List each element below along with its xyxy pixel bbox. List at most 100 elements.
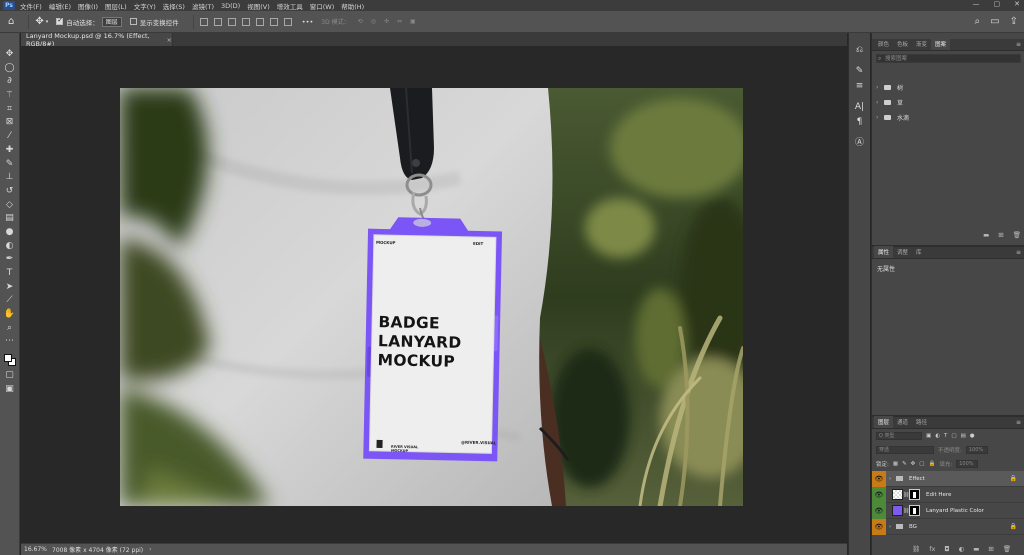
tab-properties[interactable]: 属性 xyxy=(874,246,894,258)
layer-row-lanyard-color[interactable]: 👁 ⛓ Lanyard Plastic Color xyxy=(872,502,1024,519)
crop-tool-icon[interactable]: ⌗ xyxy=(3,103,17,117)
filter-type-icon[interactable]: T xyxy=(944,433,947,439)
new-group-icon[interactable]: ▬ xyxy=(973,545,979,553)
foreground-color[interactable] xyxy=(3,354,12,363)
lock-artboard-icon[interactable]: ▢ xyxy=(919,461,924,467)
maximize-button[interactable]: ▢ xyxy=(994,0,1001,8)
tab-gradients[interactable]: 渐变 xyxy=(912,40,931,50)
screen-mode-icon[interactable]: ▣ xyxy=(3,383,17,397)
panel-menu-icon[interactable]: ≡ xyxy=(1016,41,1021,48)
zoom-level[interactable]: 16.67% xyxy=(24,546,47,553)
filter-pixel-icon[interactable]: ▣ xyxy=(926,433,931,439)
chevron-right-icon[interactable]: › xyxy=(889,524,896,530)
blend-mode-dropdown[interactable]: 穿透 xyxy=(876,446,934,454)
align-left-icon[interactable] xyxy=(241,17,250,26)
lock-paint-icon[interactable]: ✎ xyxy=(902,461,907,467)
new-pattern-icon[interactable]: ⊞ xyxy=(998,231,1003,239)
delete-icon[interactable]: 🗑 xyxy=(1013,231,1021,239)
dodge-tool-icon[interactable]: ◐ xyxy=(3,240,17,254)
add-mask-icon[interactable]: ◘ xyxy=(944,545,949,553)
quick-mask-icon[interactable]: ▢ xyxy=(3,369,17,383)
gradient-tool-icon[interactable]: ▤ xyxy=(3,212,17,226)
align-top-icon[interactable] xyxy=(199,17,208,26)
document-tab[interactable]: Lanyard Mockup.psd @ 16.7% (Effect, RGB/… xyxy=(21,32,173,48)
move-tool-icon[interactable]: ✥ xyxy=(3,48,17,62)
tab-paths[interactable]: 路径 xyxy=(912,418,931,428)
tab-channels[interactable]: 通道 xyxy=(893,418,912,428)
visibility-eye-icon[interactable]: 👁 xyxy=(872,470,886,487)
brush-settings-icon[interactable]: ✎ xyxy=(856,64,864,79)
opacity-input[interactable]: 100% xyxy=(965,446,988,454)
visibility-eye-icon[interactable]: 👁 xyxy=(872,486,886,503)
tab-libraries[interactable]: 库 xyxy=(912,248,926,258)
more-options-button[interactable]: ••• xyxy=(302,18,314,26)
tab-layers[interactable]: 图层 xyxy=(874,416,894,428)
zoom-tool-icon[interactable]: ⌕ xyxy=(3,322,17,336)
eraser-tool-icon[interactable]: ◇ xyxy=(3,199,17,213)
menu-view[interactable]: 视图(V) xyxy=(247,1,270,11)
pan-3d-icon[interactable]: ✣ xyxy=(384,18,389,25)
more-tools-icon[interactable]: ⋯ xyxy=(3,335,17,349)
fx-icon[interactable]: fx xyxy=(929,545,935,553)
menu-select[interactable]: 选择(S) xyxy=(163,1,185,11)
close-window-button[interactable]: ✕ xyxy=(1014,0,1020,8)
filter-shape-icon[interactable]: ▢ xyxy=(951,433,956,439)
menu-plugins[interactable]: 增效工具 xyxy=(277,1,303,11)
new-layer-icon[interactable]: ⊞ xyxy=(988,545,993,553)
minimize-button[interactable]: — xyxy=(973,0,980,8)
menu-layer[interactable]: 图层(L) xyxy=(105,1,127,11)
brush-tool-icon[interactable]: ✎ xyxy=(3,158,17,172)
move-tool-preset[interactable]: ✥ ▾ xyxy=(35,16,48,27)
roll-3d-icon[interactable]: ◎ xyxy=(371,18,376,25)
auto-select-option[interactable]: 自动选择： 图层 xyxy=(56,16,122,27)
lock-all-icon[interactable]: 🔒 xyxy=(928,461,935,467)
line-tool-icon[interactable]: ⟋ xyxy=(3,294,17,308)
pattern-group[interactable]: › 水滴 xyxy=(872,110,1024,125)
stamp-tool-icon[interactable]: ⊥ xyxy=(3,171,17,185)
filter-adjust-icon[interactable]: ◐ xyxy=(935,433,940,439)
tab-patterns[interactable]: 图案 xyxy=(931,38,951,50)
menu-help[interactable]: 帮助(H) xyxy=(341,1,364,11)
menu-window[interactable]: 窗口(W) xyxy=(310,1,335,11)
visibility-eye-icon[interactable]: 👁 xyxy=(872,502,886,519)
lock-move-icon[interactable]: ✥ xyxy=(911,461,916,467)
layer-filter-dropdown[interactable]: Q 类型 xyxy=(876,432,922,440)
menu-image[interactable]: 图像(I) xyxy=(78,1,98,11)
visibility-eye-icon[interactable]: 👁 xyxy=(872,518,886,535)
orbit-3d-icon[interactable]: ⟲ xyxy=(358,18,363,25)
delete-layer-icon[interactable]: 🗑 xyxy=(1003,545,1011,553)
align-bottom-icon[interactable] xyxy=(227,17,236,26)
workspace-icon[interactable]: ▭ xyxy=(990,16,999,27)
properties-panel-icon[interactable]: ≡ xyxy=(856,79,864,94)
auto-select-target-dropdown[interactable]: 图层 xyxy=(101,16,122,27)
history-panel-icon[interactable]: ⎌ xyxy=(856,43,863,58)
layer-row-bg[interactable]: 👁 › BG 🔒 xyxy=(872,518,1024,535)
pattern-search-input[interactable]: 搜索图案 xyxy=(876,54,1021,63)
color-swatches[interactable] xyxy=(3,353,17,369)
filter-toggle-icon[interactable]: ● xyxy=(970,433,975,439)
menu-3d[interactable]: 3D(D) xyxy=(221,2,240,10)
healing-tool-icon[interactable]: ✚ xyxy=(3,144,17,158)
share-icon[interactable]: ⇪ xyxy=(1010,16,1018,27)
tab-swatches[interactable]: 色板 xyxy=(893,40,912,50)
marquee-tool-icon[interactable]: ◯ xyxy=(3,62,17,76)
hand-tool-icon[interactable]: ✋ xyxy=(3,308,17,322)
layer-row-edit-here[interactable]: 👁 ⛓ Edit Here xyxy=(872,486,1024,503)
pen-tool-icon[interactable]: ✒ xyxy=(3,253,17,267)
menu-filter[interactable]: 滤镜(T) xyxy=(192,1,214,11)
menu-type[interactable]: 文字(Y) xyxy=(134,1,156,11)
layer-row-effect[interactable]: 👁 › Effect 🔒 xyxy=(872,470,1024,487)
lock-transparent-icon[interactable]: ▦ xyxy=(893,461,898,467)
path-select-tool-icon[interactable]: ➤ xyxy=(3,281,17,295)
slide-3d-icon[interactable]: ⇔ xyxy=(397,18,402,25)
auto-select-checkbox[interactable] xyxy=(56,16,64,25)
tab-color[interactable]: 颜色 xyxy=(874,40,893,50)
pattern-group[interactable]: › 草 xyxy=(872,95,1024,110)
tab-adjustments[interactable]: 调整 xyxy=(893,248,912,258)
character-panel-icon[interactable]: A| xyxy=(855,100,864,115)
show-transform-option[interactable]: 显示变换控件 xyxy=(129,17,179,27)
align-hcenter-icon[interactable] xyxy=(255,17,264,26)
blur-tool-icon[interactable]: ● xyxy=(3,226,17,240)
search-icon[interactable]: ⌕ xyxy=(975,16,981,27)
status-menu-arrow[interactable]: › xyxy=(149,546,151,553)
